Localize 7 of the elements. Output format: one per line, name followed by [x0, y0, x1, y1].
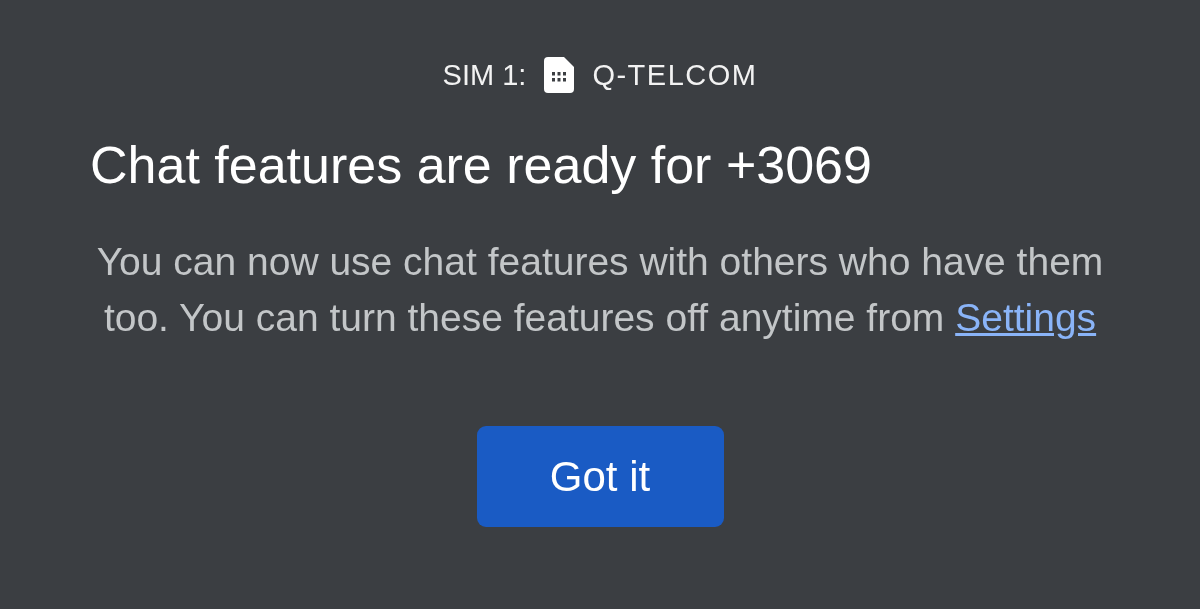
info-text: You can now use chat features with others who have them too. You can turn these features off anytime from Settings	[95, 239, 1105, 341]
carrier-name: Q-TELCOM	[592, 58, 758, 93]
settings-link[interactable]: Settings	[955, 296, 1097, 339]
got-it-button[interactable]: Got it	[476, 426, 724, 527]
sim-card-icon	[544, 57, 575, 93]
dialog-title: Chat features are ready for +3069	[90, 135, 872, 195]
sim-label: SIM 1:	[442, 58, 527, 93]
